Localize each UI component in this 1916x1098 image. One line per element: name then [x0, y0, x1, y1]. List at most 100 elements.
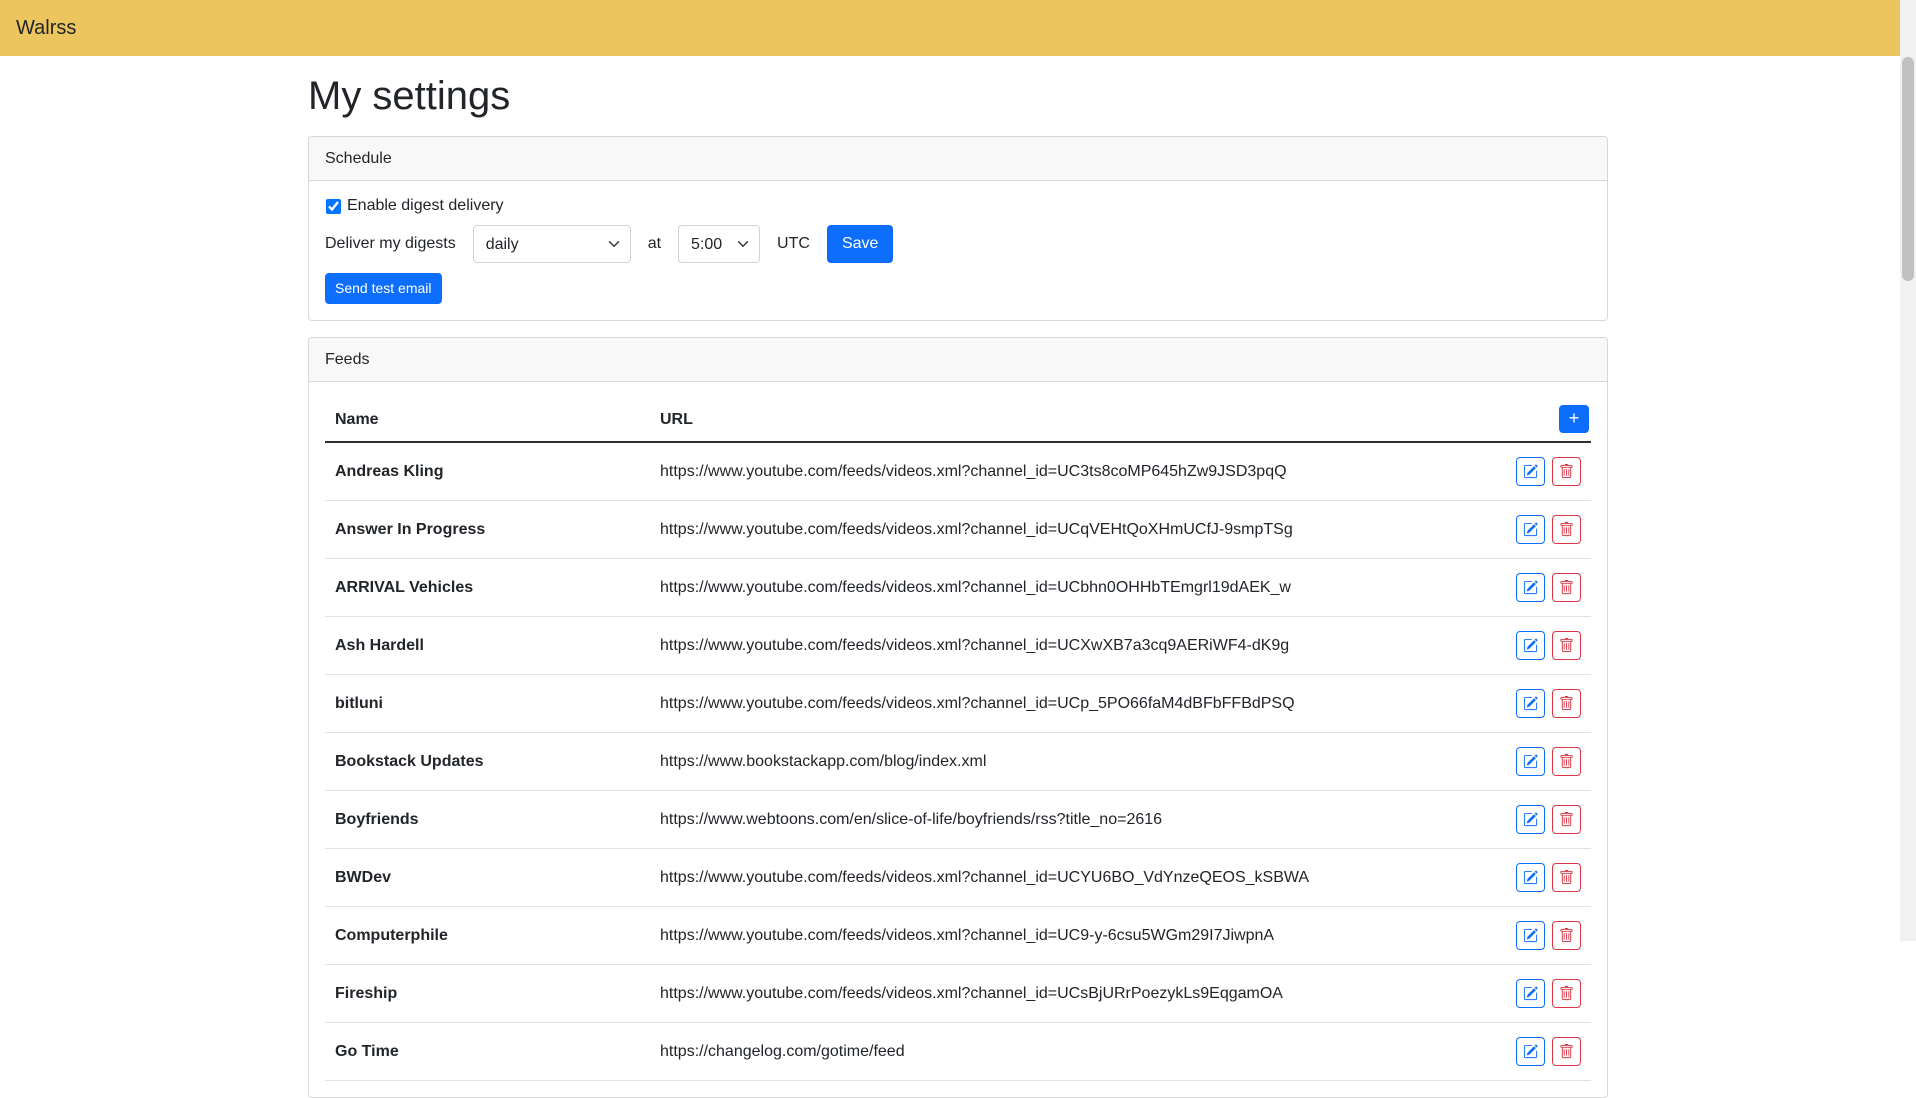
pencil-square-icon [1523, 638, 1538, 653]
feed-url: https://www.youtube.com/feeds/videos.xml… [650, 501, 1501, 559]
feed-name: bitluni [325, 675, 650, 733]
feed-actions [1501, 791, 1591, 849]
pencil-square-icon [1523, 1044, 1538, 1059]
edit-feed-button[interactable] [1516, 805, 1545, 834]
feed-url: https://www.youtube.com/feeds/videos.xml… [650, 675, 1501, 733]
pencil-square-icon [1523, 986, 1538, 1001]
schedule-card-body: Enable digest delivery Deliver my digest… [309, 181, 1607, 320]
feeds-table-header-row: Name URL + [325, 398, 1591, 442]
test-email-row: Send test email [325, 273, 1591, 304]
trash-icon [1559, 812, 1574, 827]
feed-name: Fireship [325, 965, 650, 1023]
edit-feed-button[interactable] [1516, 515, 1545, 544]
edit-feed-button[interactable] [1516, 631, 1545, 660]
pencil-square-icon [1523, 464, 1538, 479]
delete-feed-button[interactable] [1552, 805, 1581, 834]
time-select-wrap: 5:00 [678, 225, 760, 263]
delete-feed-button[interactable] [1552, 921, 1581, 950]
delete-feed-button[interactable] [1552, 515, 1581, 544]
feed-row: Boyfriends https://www.webtoons.com/en/s… [325, 791, 1591, 849]
feed-actions [1501, 907, 1591, 965]
feed-name: Computerphile [325, 907, 650, 965]
feed-name: ARRIVAL Vehicles [325, 559, 650, 617]
edit-feed-button[interactable] [1516, 1037, 1545, 1066]
feed-actions [1501, 733, 1591, 791]
feed-actions [1501, 442, 1591, 501]
feed-name: Answer In Progress [325, 501, 650, 559]
feed-row: Go Time https://changelog.com/gotime/fee… [325, 1023, 1591, 1081]
page-title: My settings [308, 72, 1608, 120]
feed-actions [1501, 501, 1591, 559]
trash-icon [1559, 870, 1574, 885]
feed-row: Andreas Kling https://www.youtube.com/fe… [325, 442, 1591, 501]
feed-actions [1501, 1023, 1591, 1081]
feed-url: https://changelog.com/gotime/feed [650, 1023, 1501, 1081]
page-scrollbar[interactable] [1900, 0, 1916, 941]
pencil-square-icon [1523, 870, 1538, 885]
feeds-card: Feeds Name URL + Andreas Kling https://w… [308, 337, 1608, 1098]
edit-feed-button[interactable] [1516, 747, 1545, 776]
time-select[interactable]: 5:00 [678, 225, 760, 263]
navbar: Walrss [0, 0, 1916, 56]
send-test-email-button[interactable]: Send test email [325, 273, 442, 304]
delete-feed-button[interactable] [1552, 631, 1581, 660]
feed-actions [1501, 617, 1591, 675]
feed-url: https://www.webtoons.com/en/slice-of-lif… [650, 791, 1501, 849]
edit-feed-button[interactable] [1516, 457, 1545, 486]
column-header-url: URL [650, 398, 1501, 442]
delete-feed-button[interactable] [1552, 457, 1581, 486]
feed-name: Ash Hardell [325, 617, 650, 675]
frequency-select[interactable]: daily [473, 225, 631, 263]
delete-feed-button[interactable] [1552, 689, 1581, 718]
delete-feed-button[interactable] [1552, 863, 1581, 892]
pencil-square-icon [1523, 754, 1538, 769]
column-header-name: Name [325, 398, 650, 442]
app-brand[interactable]: Walrss [16, 17, 76, 40]
feeds-card-header: Feeds [309, 338, 1607, 382]
feed-row: Bookstack Updates https://www.bookstacka… [325, 733, 1591, 791]
feed-actions [1501, 849, 1591, 907]
edit-feed-button[interactable] [1516, 573, 1545, 602]
pencil-square-icon [1523, 812, 1538, 827]
add-feed-button[interactable]: + [1559, 405, 1589, 433]
feed-url: https://www.youtube.com/feeds/videos.xml… [650, 442, 1501, 501]
pencil-square-icon [1523, 696, 1538, 711]
trash-icon [1559, 522, 1574, 537]
scrollbar-thumb[interactable] [1902, 57, 1914, 281]
edit-feed-button[interactable] [1516, 921, 1545, 950]
delete-feed-button[interactable] [1552, 979, 1581, 1008]
feed-name: Andreas Kling [325, 442, 650, 501]
feed-row: bitluni https://www.youtube.com/feeds/vi… [325, 675, 1591, 733]
delete-feed-button[interactable] [1552, 747, 1581, 776]
delete-feed-button[interactable] [1552, 1037, 1581, 1066]
delete-feed-button[interactable] [1552, 573, 1581, 602]
feed-row: Ash Hardell https://www.youtube.com/feed… [325, 617, 1591, 675]
feed-url: https://www.youtube.com/feeds/videos.xml… [650, 617, 1501, 675]
feed-row: Fireship https://www.youtube.com/feeds/v… [325, 965, 1591, 1023]
edit-feed-button[interactable] [1516, 863, 1545, 892]
save-button[interactable]: Save [827, 225, 893, 263]
main-content: My settings Schedule Enable digest deliv… [308, 56, 1608, 1098]
trash-icon [1559, 696, 1574, 711]
edit-feed-button[interactable] [1516, 979, 1545, 1008]
feed-name: Go Time [325, 1023, 650, 1081]
digest-schedule-row: Deliver my digests daily at 5:00 UTC Sav… [325, 225, 1591, 263]
feed-name: BWDev [325, 849, 650, 907]
deliver-digests-label: Deliver my digests [325, 235, 456, 253]
feed-name: Boyfriends [325, 791, 650, 849]
pencil-square-icon [1523, 522, 1538, 537]
enable-digest-row: Enable digest delivery [325, 197, 1591, 215]
feed-row: Answer In Progress https://www.youtube.c… [325, 501, 1591, 559]
trash-icon [1559, 580, 1574, 595]
enable-digest-checkbox[interactable] [326, 199, 341, 214]
trash-icon [1559, 464, 1574, 479]
edit-feed-button[interactable] [1516, 689, 1545, 718]
feed-actions [1501, 559, 1591, 617]
enable-digest-label[interactable]: Enable digest delivery [347, 197, 504, 215]
trash-icon [1559, 986, 1574, 1001]
feed-url: https://www.youtube.com/feeds/videos.xml… [650, 965, 1501, 1023]
feed-url: https://www.youtube.com/feeds/videos.xml… [650, 907, 1501, 965]
feed-url: https://www.youtube.com/feeds/videos.xml… [650, 559, 1501, 617]
feed-row: BWDev https://www.youtube.com/feeds/vide… [325, 849, 1591, 907]
pencil-square-icon [1523, 580, 1538, 595]
